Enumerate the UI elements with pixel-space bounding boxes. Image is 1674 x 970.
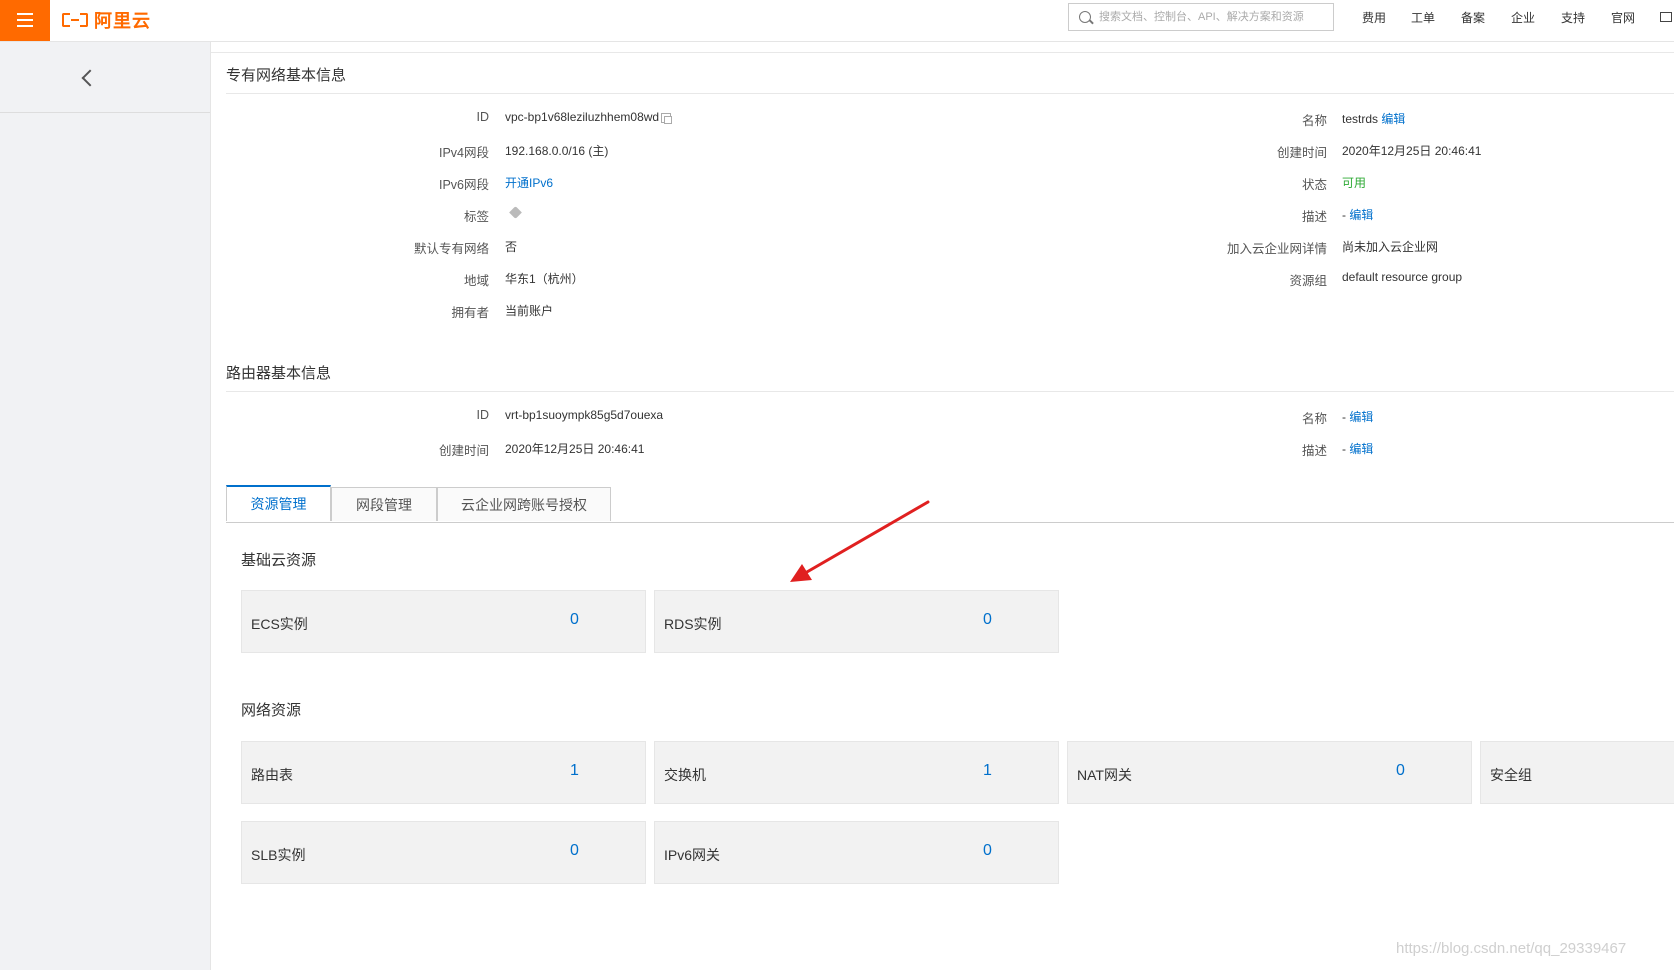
vpc-id-value: vpc-bp1v68leziluzhhem08wd: [505, 110, 673, 124]
ipv4-value: 192.168.0.0/16 (主): [505, 144, 609, 158]
watermark: https://blog.csdn.net/qq_29339467: [1396, 940, 1627, 957]
nav-fee[interactable]: 费用: [1362, 0, 1386, 36]
terminal-icon[interactable]: [1660, 12, 1672, 22]
enable-ipv6-link[interactable]: 开通IPv6: [505, 174, 553, 191]
divider: [211, 52, 1674, 53]
router-section-title: 路由器基本信息: [226, 365, 332, 382]
region-label: 地域: [463, 274, 489, 288]
tab-cidr-management[interactable]: 网段管理: [331, 487, 437, 521]
resource-card-label: SLB实例: [251, 847, 306, 863]
resource-card-label: 交换机: [664, 767, 706, 783]
nav-ticket[interactable]: 工单: [1411, 0, 1435, 36]
resource-card-label: 安全组: [1490, 767, 1532, 783]
created-label: 创建时间: [1276, 146, 1327, 160]
tag-value: [505, 206, 522, 220]
sidebar-collapse-button[interactable]: [0, 42, 210, 113]
tab-bar: 资源管理 网段管理 云企业网跨账号授权: [226, 485, 1674, 523]
resource-card-vswitch: 交换机 1: [654, 741, 1059, 804]
logo-text: 阿里云: [94, 11, 151, 31]
router-id-label: ID: [476, 408, 490, 422]
resource-card-count[interactable]: 0: [983, 611, 992, 629]
ipv4-label: IPv4网段: [438, 146, 489, 160]
menu-icon[interactable]: [0, 0, 50, 41]
region-value: 华东1（杭州）: [505, 272, 584, 286]
top-bar: 阿里云 费用 工单 备案 企业 支持 官网: [0, 0, 1674, 42]
aliyun-logo-icon: [62, 13, 88, 27]
router-description-value: - 编辑: [1342, 442, 1374, 456]
router-name-value: - 编辑: [1342, 410, 1374, 424]
tag-label: 标签: [463, 210, 489, 224]
basic-resources-title: 基础云资源: [241, 552, 317, 569]
vpc-id-label: ID: [476, 110, 490, 124]
vpc-section-title: 专有网络基本信息: [226, 67, 347, 84]
nav-icp[interactable]: 备案: [1461, 0, 1485, 36]
edit-router-name-link[interactable]: 编辑: [1349, 410, 1373, 424]
router-id-value: vrt-bp1suoympk85g5d7ouexa: [505, 408, 664, 422]
resource-card-count[interactable]: 0: [983, 842, 992, 860]
resource-card-label: ECS实例: [251, 616, 308, 632]
owner-label: 拥有者: [451, 306, 489, 320]
description-value: - 编辑: [1342, 208, 1374, 222]
divider: [226, 93, 1674, 94]
ipv6-label: IPv6网段: [438, 178, 489, 192]
resource-card-count[interactable]: 0: [1396, 762, 1405, 780]
edit-router-description-link[interactable]: 编辑: [1349, 442, 1373, 456]
description-label: 描述: [1301, 210, 1327, 224]
router-created-label: 创建时间: [438, 444, 489, 458]
resource-card-nat: NAT网关 0: [1067, 741, 1472, 804]
resource-card-route-table: 路由表 1: [241, 741, 646, 804]
resource-card-label: 路由表: [251, 767, 293, 783]
resource-group-value: default resource group: [1342, 270, 1463, 284]
nav-enterprise[interactable]: 企业: [1511, 0, 1535, 36]
router-name-label: 名称: [1301, 412, 1327, 426]
edit-description-link[interactable]: 编辑: [1349, 208, 1373, 222]
chevron-left-icon: [81, 69, 99, 87]
resource-card-count[interactable]: 0: [570, 842, 579, 860]
resource-group-label: 资源组: [1289, 274, 1327, 288]
tab-resource-management[interactable]: 资源管理: [226, 485, 331, 521]
sidebar: [0, 42, 211, 970]
resource-card-label: IPv6网关: [664, 847, 721, 863]
resource-card-ecs: ECS实例 0: [241, 590, 646, 653]
resource-card-count[interactable]: 1: [983, 762, 992, 780]
resource-card-security-group: 安全组: [1480, 741, 1674, 804]
tab-cen-authorization[interactable]: 云企业网跨账号授权: [437, 487, 611, 521]
router-created-value: 2020年12月25日 20:46:41: [505, 442, 645, 456]
cen-label: 加入云企业网详情: [1226, 242, 1327, 256]
owner-value: 当前账户: [505, 304, 554, 318]
nav-official[interactable]: 官网: [1611, 0, 1635, 36]
status-badge: 可用: [1342, 176, 1367, 190]
resource-card-count[interactable]: 0: [570, 611, 579, 629]
resource-card-rds: RDS实例 0: [654, 590, 1059, 653]
network-resources-title: 网络资源: [241, 702, 302, 719]
resource-card-ipv6-gateway: IPv6网关 0: [654, 821, 1059, 884]
search-input[interactable]: [1099, 7, 1327, 27]
resource-card-count[interactable]: 1: [570, 762, 579, 780]
router-description-label: 描述: [1301, 444, 1327, 458]
status-label: 状态: [1301, 178, 1327, 192]
logo[interactable]: 阿里云: [62, 8, 151, 32]
cen-value: 尚未加入云企业网: [1342, 240, 1439, 254]
resource-card-slb: SLB实例 0: [241, 821, 646, 884]
created-value: 2020年12月25日 20:46:41: [1342, 144, 1482, 158]
resource-card-label: NAT网关: [1077, 767, 1132, 783]
nav-support[interactable]: 支持: [1561, 0, 1585, 36]
vpc-name-label: 名称: [1301, 114, 1327, 128]
resource-card-label: RDS实例: [664, 616, 722, 632]
copy-icon[interactable]: [661, 112, 673, 124]
tag-icon[interactable]: [509, 206, 522, 219]
search-icon[interactable]: [1079, 11, 1091, 23]
edit-name-link[interactable]: 编辑: [1381, 112, 1405, 126]
main-content: 专有网络基本信息 ID vpc-bp1v68leziluzhhem08wd IP…: [211, 42, 1674, 970]
divider: [226, 391, 1674, 392]
default-vpc-value: 否: [505, 240, 518, 254]
default-vpc-label: 默认专有网络: [413, 242, 489, 256]
search-box[interactable]: [1068, 3, 1334, 31]
vpc-name-value: testrds 编辑: [1342, 112, 1406, 126]
annotation-arrow-icon: [790, 500, 930, 582]
